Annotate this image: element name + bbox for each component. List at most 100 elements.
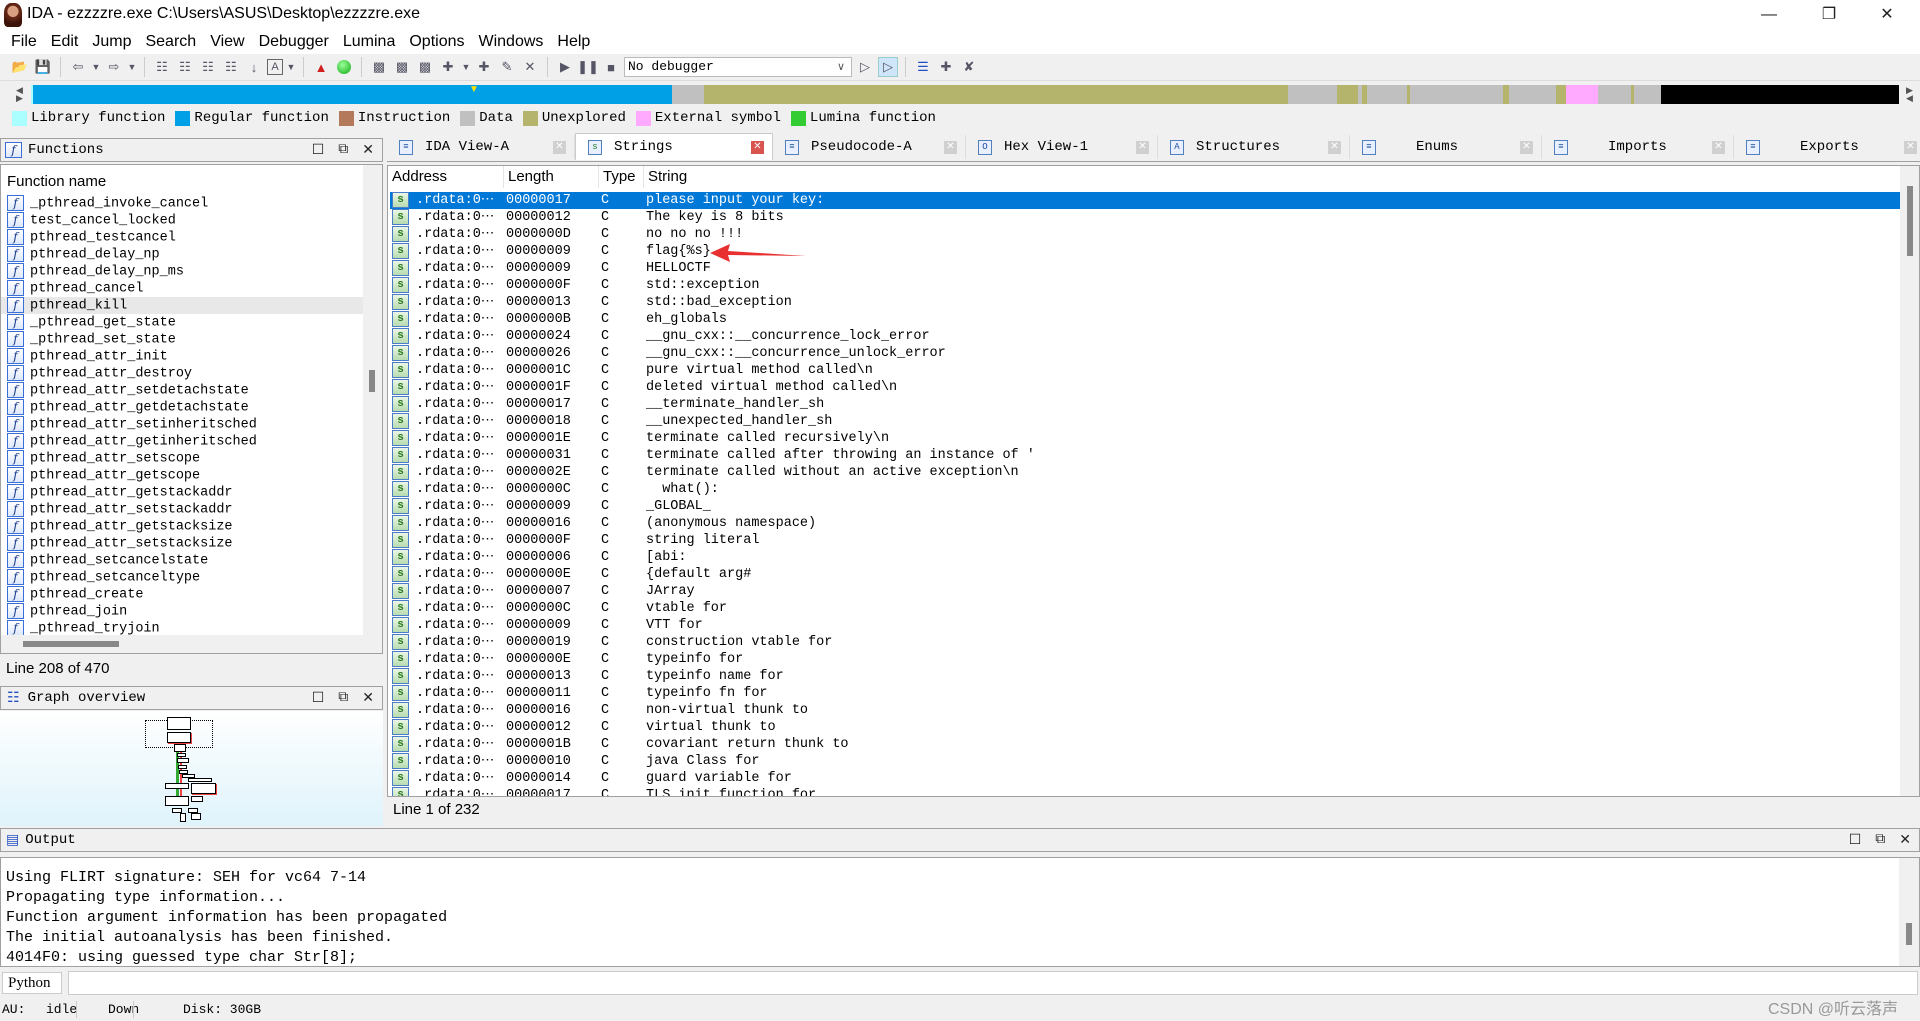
function-list-item[interactable]: f pthread_attr_getstackaddr: [1, 484, 363, 501]
maximize-icon[interactable]: ☐: [312, 142, 325, 159]
nav-right-arrow-icon[interactable]: ▶ ◀: [1906, 86, 1913, 103]
vertical-scrollbar[interactable]: [1900, 166, 1919, 796]
table-row[interactable]: s .rdata:0⋯ 0000000D Cno no no !!!: [390, 226, 1902, 243]
tab-structures[interactable]: A Structures ✕: [1158, 135, 1350, 159]
debugger-select[interactable]: No debugger ∨: [624, 57, 852, 77]
scrollbar-thumb[interactable]: [1906, 923, 1912, 945]
menu-lumina[interactable]: Lumina: [336, 33, 402, 51]
function-list-item[interactable]: f pthread_attr_setscope: [1, 450, 363, 467]
column-header-function-name[interactable]: Function name: [1, 165, 382, 195]
table-row[interactable]: s .rdata:0⋯ 00000019 Cconstruction vtable f…: [390, 634, 1902, 651]
menu-search[interactable]: Search: [138, 33, 203, 51]
stop-icon[interactable]: ■: [601, 57, 621, 77]
maximize-icon[interactable]: ☐: [312, 690, 325, 707]
table-row[interactable]: s .rdata:0⋯ 00000016 Cnon-virtual thunk to: [390, 702, 1902, 719]
graph-overview-canvas[interactable]: [0, 711, 383, 826]
table-row[interactable]: s .rdata:0⋯ 00000012 Cvirtual thunk to: [390, 719, 1902, 736]
tab-exports[interactable]: ≡ Exports ✕: [1734, 135, 1920, 159]
tab-hex-view-1[interactable]: O Hex View-1 ✕: [966, 135, 1158, 159]
jump-down-icon[interactable]: ↓: [244, 57, 264, 77]
function-list-item[interactable]: f pthread_attr_getstacksize: [1, 518, 363, 535]
tab-ida-view-a[interactable]: ≡ IDA View-A ✕: [387, 135, 575, 159]
menu-debugger[interactable]: Debugger: [252, 33, 336, 51]
delete-breakpoint-icon[interactable]: ✘: [959, 57, 979, 77]
scrollbar-thumb[interactable]: [1907, 186, 1913, 256]
table-row[interactable]: s .rdata:0⋯ 00000009 C HELLOCTF: [390, 260, 1902, 277]
undefine-icon[interactable]: ✚: [474, 57, 494, 77]
search-binary-icon[interactable]: ☷: [198, 57, 218, 77]
rename-icon[interactable]: ✎: [497, 57, 517, 77]
table-row[interactable]: s .rdata:0⋯ 00000017 C TLS init function for: [390, 787, 1902, 796]
search-text-icon[interactable]: ☷: [175, 57, 195, 77]
tab-enums[interactable]: ≡ Enums ✕: [1350, 135, 1542, 159]
horizontal-scrollbar[interactable]: [1, 635, 382, 653]
function-list-item[interactable]: f _pthread_set_state: [1, 331, 363, 348]
function-list-item[interactable]: f pthread_attr_setstackaddr: [1, 501, 363, 518]
function-list-item[interactable]: f pthread_attr_init: [1, 348, 363, 365]
save-icon[interactable]: 💾: [33, 57, 53, 77]
close-icon[interactable]: ✕: [362, 690, 374, 707]
play-icon[interactable]: ▶: [555, 57, 575, 77]
make-code-icon[interactable]: ▩: [369, 57, 389, 77]
function-list-item[interactable]: f pthread_join: [1, 603, 363, 620]
switch-debugger-icon[interactable]: ▷: [855, 57, 875, 77]
add-breakpoint-icon[interactable]: ✚: [936, 57, 956, 77]
tab-close-icon[interactable]: ✕: [1136, 140, 1149, 154]
table-row[interactable]: s .rdata:0⋯ 0000000F Cstring literal: [390, 532, 1902, 549]
table-row[interactable]: s .rdata:0⋯ 00000007 C JArray: [390, 583, 1902, 600]
table-row[interactable]: s .rdata:0⋯ 00000009 C _GLOBAL_: [390, 498, 1902, 515]
function-list-item[interactable]: f pthread_testcancel: [1, 229, 363, 246]
back-icon[interactable]: ⇦: [68, 57, 88, 77]
table-row[interactable]: s .rdata:0⋯ 00000024 C __gnu_cxx::__concurre…: [390, 328, 1902, 345]
table-row[interactable]: s .rdata:0⋯ 00000031 Cterminate called afte…: [390, 447, 1902, 464]
tab-close-icon[interactable]: ✕: [553, 140, 566, 154]
tab-close-icon[interactable]: ✕: [1712, 140, 1725, 154]
make-data-icon[interactable]: ▩: [392, 57, 412, 77]
function-list-item[interactable]: f pthread_attr_getdetachstate: [1, 399, 363, 416]
search-next-icon[interactable]: ☷: [221, 57, 241, 77]
table-row[interactable]: s .rdata:0⋯ 00000026 C __gnu_cxx::__concurre…: [390, 345, 1902, 362]
float-icon[interactable]: ⧉: [1875, 832, 1885, 849]
column-header-string[interactable]: String: [644, 166, 1244, 188]
table-row[interactable]: s .rdata:0⋯ 0000001B Ccovariant return thun…: [390, 736, 1902, 753]
table-row[interactable]: s .rdata:0⋯ 00000014 Cguard variable for: [390, 770, 1902, 787]
menu-jump[interactable]: Jump: [85, 33, 138, 51]
tab-close-icon[interactable]: ✕: [1328, 140, 1341, 154]
table-row[interactable]: s .rdata:0⋯ 0000001E Cterminate called recu…: [390, 430, 1902, 447]
open-file-icon[interactable]: 📂: [10, 57, 30, 77]
function-list-item[interactable]: f pthread_attr_setstacksize: [1, 535, 363, 552]
function-list-item[interactable]: f pthread_cancel: [1, 280, 363, 297]
dropdown-icon[interactable]: ▼: [127, 57, 137, 77]
text-icon[interactable]: A: [267, 59, 283, 75]
table-row[interactable]: s .rdata:0⋯ 0000000E Ctypeinfo for: [390, 651, 1902, 668]
command-input[interactable]: [68, 971, 1918, 995]
delete-icon[interactable]: ✕: [520, 57, 540, 77]
table-row[interactable]: s .rdata:0⋯ 00000018 C __unexpected_handler_…: [390, 413, 1902, 430]
function-list-item[interactable]: f pthread_attr_getscope: [1, 467, 363, 484]
column-header-length[interactable]: Length: [504, 166, 599, 188]
function-list-item[interactable]: f pthread_attr_setinheritsched: [1, 416, 363, 433]
table-row[interactable]: s .rdata:0⋯ 00000009 Cflag{%s}: [390, 243, 1902, 260]
float-icon[interactable]: ⧉: [338, 142, 348, 159]
vertical-scrollbar[interactable]: [1899, 858, 1919, 966]
scrollbar-thumb[interactable]: [369, 370, 375, 392]
tab-close-icon[interactable]: ✕: [1904, 140, 1917, 154]
function-list-item[interactable]: f pthread_delay_np: [1, 246, 363, 263]
dropdown-icon[interactable]: ▼: [461, 57, 471, 77]
function-list-item[interactable]: f pthread_kill: [1, 297, 363, 314]
make-array-icon[interactable]: ✚: [438, 57, 458, 77]
scrollbar-thumb[interactable]: [23, 641, 119, 647]
tab-strings[interactable]: s Strings ✕: [575, 133, 773, 160]
menu-view[interactable]: View: [203, 33, 251, 51]
search-code-icon[interactable]: ☷: [152, 57, 172, 77]
restore-button[interactable]: ❐: [1806, 0, 1852, 30]
close-icon[interactable]: ✕: [1899, 832, 1911, 849]
table-row[interactable]: s .rdata:0⋯ 00000009 C VTT for: [390, 617, 1902, 634]
vertical-scrollbar[interactable]: [363, 165, 382, 635]
minimize-button[interactable]: —: [1746, 0, 1792, 30]
function-list-item[interactable]: f pthread_create: [1, 586, 363, 603]
function-list-item[interactable]: f pthread_delay_np_ms: [1, 263, 363, 280]
function-list-item[interactable]: f pthread_attr_destroy: [1, 365, 363, 382]
table-row[interactable]: s .rdata:0⋯ 0000002E Cterminate called with…: [390, 464, 1902, 481]
tab-close-icon[interactable]: ✕: [751, 140, 764, 154]
